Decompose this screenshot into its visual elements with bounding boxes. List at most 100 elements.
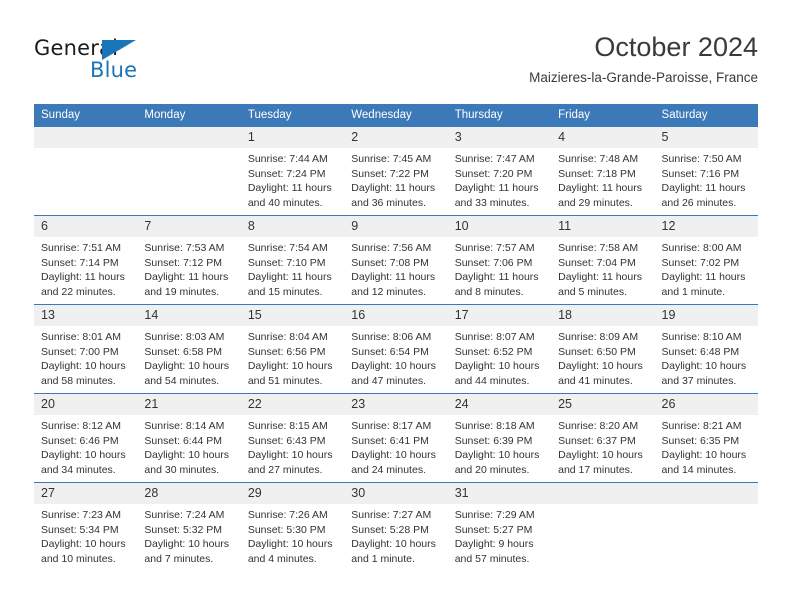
calendar-day-cell[interactable]: 15 Sunrise: 8:04 AM Sunset: 6:56 PM Dayligh… bbox=[240, 304, 345, 394]
calendar-day-cell[interactable]: 12 Sunrise: 8:00 AM Sunset: 7:02 PM Dayligh… bbox=[654, 215, 758, 305]
page-subtitle: Maizieres-la-Grande-Paroisse, France bbox=[529, 70, 758, 85]
day-detail-line: and 44 minutes. bbox=[454, 374, 530, 387]
calendar-day-cell[interactable]: 27 Sunrise: 7:23 AM Sunset: 5:34 PM Dayligh… bbox=[34, 482, 138, 572]
day-detail-line: and 34 minutes. bbox=[41, 463, 116, 476]
day-detail-line: and 19 minutes. bbox=[144, 285, 220, 298]
day-number: 14 bbox=[137, 305, 241, 326]
day-detail-line: and 4 minutes. bbox=[247, 552, 317, 565]
calendar-day-cell[interactable]: 17 Sunrise: 8:07 AM Sunset: 6:52 PM Dayligh… bbox=[447, 304, 552, 394]
day-detail-line: Sunset: 7:22 PM bbox=[351, 167, 429, 180]
calendar-day-cell-empty bbox=[654, 482, 758, 572]
day-detail-line: Sunrise: 7:56 AM bbox=[351, 242, 432, 254]
day-detail-line: Sunset: 6:35 PM bbox=[661, 434, 740, 447]
calendar-day-cell[interactable]: 4 Sunrise: 7:48 AM Sunset: 7:18 PM Daylight… bbox=[551, 126, 655, 216]
day-number: 16 bbox=[344, 305, 448, 326]
calendar-day-cell[interactable]: 22 Sunrise: 8:15 AM Sunset: 6:43 PM Dayligh… bbox=[240, 393, 345, 483]
day-number: 2 bbox=[344, 127, 448, 148]
day-detail-line: Sunset: 7:12 PM bbox=[144, 256, 223, 269]
calendar-day-cell[interactable]: 24 Sunrise: 8:18 AM Sunset: 6:39 PM Dayligh… bbox=[447, 393, 552, 483]
calendar-day-cell[interactable]: 1 Sunrise: 7:44 AM Sunset: 7:24 PM Daylight… bbox=[240, 126, 345, 216]
calendar-day-cell[interactable]: 7 Sunrise: 7:53 AM Sunset: 7:12 PM Daylight… bbox=[137, 215, 241, 305]
day-detail-line: Sunset: 6:44 PM bbox=[144, 434, 223, 447]
day-detail-line: Sunset: 6:41 PM bbox=[351, 434, 429, 447]
calendar-day-cell[interactable]: 14 Sunrise: 8:03 AM Sunset: 6:58 PM Dayligh… bbox=[137, 304, 241, 394]
day-detail-line: Daylight: 11 hours bbox=[558, 182, 642, 194]
day-detail-line: Sunset: 5:28 PM bbox=[351, 523, 429, 536]
day-number: 17 bbox=[447, 305, 552, 326]
day-number: 6 bbox=[34, 216, 138, 237]
day-details: Sunrise: 7:47 AM Sunset: 7:20 PM Daylight:… bbox=[448, 148, 551, 210]
calendar-day-cell[interactable]: 2 Sunrise: 7:45 AM Sunset: 7:22 PM Daylight… bbox=[344, 126, 448, 216]
day-number: 1 bbox=[240, 127, 345, 148]
calendar-day-cell[interactable]: 31 Sunrise: 7:29 AM Sunset: 5:27 PM Dayligh… bbox=[447, 482, 552, 572]
day-detail-line: Sunset: 7:08 PM bbox=[351, 256, 429, 269]
calendar-day-cell[interactable]: 9 Sunrise: 7:56 AM Sunset: 7:08 PM Daylight… bbox=[344, 215, 448, 305]
calendar-day-cell[interactable]: 29 Sunrise: 7:26 AM Sunset: 5:30 PM Dayligh… bbox=[240, 482, 345, 572]
calendar-day-cell[interactable]: 13 Sunrise: 8:01 AM Sunset: 7:00 PM Dayligh… bbox=[34, 304, 138, 394]
calendar-day-cell[interactable]: 6 Sunrise: 7:51 AM Sunset: 7:14 PM Daylight… bbox=[34, 215, 138, 305]
day-detail-line: and 15 minutes. bbox=[247, 285, 323, 298]
day-detail-line: Daylight: 10 hours bbox=[661, 360, 747, 372]
day-detail-line: Sunset: 5:30 PM bbox=[247, 523, 326, 536]
calendar-day-cell[interactable]: 5 Sunrise: 7:50 AM Sunset: 7:16 PM Daylight… bbox=[654, 126, 758, 216]
day-details: Sunrise: 8:12 AM Sunset: 6:46 PM Daylight:… bbox=[34, 415, 137, 477]
day-detail-line: Sunrise: 7:54 AM bbox=[247, 242, 328, 254]
day-detail-line: Daylight: 11 hours bbox=[351, 271, 436, 283]
calendar-day-cell[interactable]: 11 Sunrise: 7:58 AM Sunset: 7:04 PM Dayligh… bbox=[551, 215, 655, 305]
day-details: Sunrise: 7:58 AM Sunset: 7:04 PM Daylight:… bbox=[551, 237, 654, 299]
generalblue-logo[interactable]: General Blue bbox=[34, 36, 174, 84]
day-number bbox=[137, 127, 241, 148]
day-detail-line: Sunset: 5:34 PM bbox=[41, 523, 119, 536]
day-details: Sunrise: 8:21 AM Sunset: 6:35 PM Daylight:… bbox=[655, 415, 758, 477]
day-number: 8 bbox=[240, 216, 345, 237]
day-detail-line: Sunset: 6:43 PM bbox=[247, 434, 326, 447]
day-detail-line: and 29 minutes. bbox=[558, 196, 633, 209]
day-number: 9 bbox=[344, 216, 448, 237]
day-details: Sunrise: 8:17 AM Sunset: 6:41 PM Daylight:… bbox=[344, 415, 447, 477]
day-details: Sunrise: 8:18 AM Sunset: 6:39 PM Daylight:… bbox=[448, 415, 551, 477]
calendar-day-cell[interactable]: 10 Sunrise: 7:57 AM Sunset: 7:06 PM Dayligh… bbox=[447, 215, 552, 305]
day-detail-line: Daylight: 11 hours bbox=[661, 271, 746, 283]
calendar-day-cell[interactable]: 8 Sunrise: 7:54 AM Sunset: 7:10 PM Daylight… bbox=[240, 215, 345, 305]
calendar-day-cell[interactable]: 30 Sunrise: 7:27 AM Sunset: 5:28 PM Dayligh… bbox=[344, 482, 448, 572]
calendar-day-cell[interactable]: 19 Sunrise: 8:10 AM Sunset: 6:48 PM Dayligh… bbox=[654, 304, 758, 394]
day-details: Sunrise: 8:07 AM Sunset: 6:52 PM Daylight:… bbox=[448, 326, 551, 388]
day-detail-line: Daylight: 10 hours bbox=[247, 449, 333, 461]
day-detail-line: Sunset: 5:27 PM bbox=[454, 523, 533, 536]
day-details: Sunrise: 7:50 AM Sunset: 7:16 PM Daylight:… bbox=[655, 148, 758, 210]
day-detail-line: Sunset: 6:37 PM bbox=[558, 434, 636, 447]
calendar-day-cell[interactable]: 20 Sunrise: 8:12 AM Sunset: 6:46 PM Dayligh… bbox=[34, 393, 138, 483]
calendar-day-cell[interactable]: 16 Sunrise: 8:06 AM Sunset: 6:54 PM Dayligh… bbox=[344, 304, 448, 394]
day-detail-line: Sunrise: 7:57 AM bbox=[454, 242, 535, 254]
weekday-header-saturday: Saturday bbox=[654, 104, 758, 127]
day-detail-line: and 14 minutes. bbox=[661, 463, 737, 476]
calendar-day-cell[interactable]: 21 Sunrise: 8:14 AM Sunset: 6:44 PM Dayligh… bbox=[137, 393, 241, 483]
day-number: 23 bbox=[344, 394, 448, 415]
day-detail-line: Daylight: 10 hours bbox=[454, 360, 540, 372]
day-detail-line: Sunrise: 8:01 AM bbox=[41, 331, 121, 343]
day-detail-line: Sunrise: 7:51 AM bbox=[41, 242, 121, 254]
calendar-day-cell[interactable]: 28 Sunrise: 7:24 AM Sunset: 5:32 PM Dayligh… bbox=[137, 482, 241, 572]
day-number: 10 bbox=[447, 216, 552, 237]
day-detail-line: Sunset: 6:48 PM bbox=[661, 345, 740, 358]
day-detail-line: Daylight: 10 hours bbox=[144, 449, 230, 461]
day-detail-line: Daylight: 11 hours bbox=[247, 182, 332, 194]
calendar-day-cell[interactable]: 3 Sunrise: 7:47 AM Sunset: 7:20 PM Daylight… bbox=[447, 126, 552, 216]
day-detail-line: Daylight: 10 hours bbox=[454, 449, 540, 461]
calendar-day-cell[interactable]: 18 Sunrise: 8:09 AM Sunset: 6:50 PM Dayligh… bbox=[551, 304, 655, 394]
day-detail-line: Sunrise: 7:53 AM bbox=[144, 242, 225, 254]
day-detail-line: and 40 minutes. bbox=[247, 196, 323, 209]
day-detail-line: Daylight: 11 hours bbox=[661, 182, 746, 194]
calendar-week-row: 1 Sunrise: 7:44 AM Sunset: 7:24 PM Daylight… bbox=[34, 126, 758, 216]
calendar-day-cell[interactable]: 23 Sunrise: 8:17 AM Sunset: 6:41 PM Dayligh… bbox=[344, 393, 448, 483]
day-detail-line: Daylight: 11 hours bbox=[41, 271, 125, 283]
day-detail-line: Daylight: 10 hours bbox=[247, 360, 333, 372]
day-detail-line: Daylight: 9 hours bbox=[454, 538, 534, 550]
calendar-day-cell[interactable]: 25 Sunrise: 8:20 AM Sunset: 6:37 PM Dayligh… bbox=[551, 393, 655, 483]
calendar-day-cell[interactable]: 26 Sunrise: 8:21 AM Sunset: 6:35 PM Dayligh… bbox=[654, 393, 758, 483]
day-detail-line: and 8 minutes. bbox=[454, 285, 524, 298]
day-detail-line: Sunrise: 8:09 AM bbox=[558, 331, 639, 343]
day-detail-line: Daylight: 10 hours bbox=[144, 360, 230, 372]
day-detail-line: Sunrise: 7:47 AM bbox=[454, 153, 535, 165]
day-detail-line: Daylight: 10 hours bbox=[351, 449, 436, 461]
